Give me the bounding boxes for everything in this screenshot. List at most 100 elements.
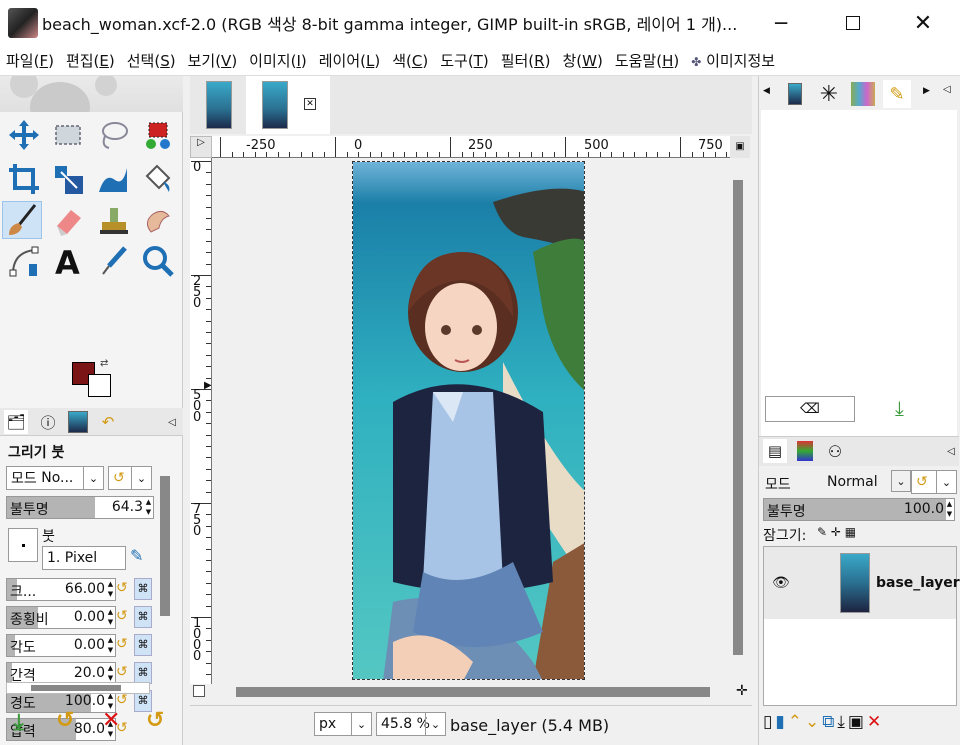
delete-layer-icon[interactable]: ✕: [867, 712, 884, 732]
pan-cross-icon[interactable]: ✛: [736, 683, 748, 699]
menu-select[interactable]: 선택(S): [121, 50, 182, 71]
quick-mask-toggle[interactable]: ▷: [190, 136, 212, 158]
menu-layer[interactable]: 레이어(L): [313, 50, 386, 71]
close-button[interactable]: ✕: [900, 0, 946, 46]
image-canvas[interactable]: [352, 161, 585, 680]
fuzzy-select-tool-icon[interactable]: [138, 116, 178, 154]
text-tool-icon[interactable]: A: [48, 242, 88, 280]
tool-options-scrollbar[interactable]: [160, 476, 170, 616]
reset-icon[interactable]: ↺: [116, 580, 128, 596]
menu-color[interactable]: 색(C): [386, 50, 434, 71]
vertical-scrollbar[interactable]: [733, 180, 743, 655]
spin-arrows[interactable]: ▲ ▼: [945, 499, 954, 520]
smudge-tool-icon[interactable]: [138, 202, 178, 240]
background-color-swatch[interactable]: [88, 374, 111, 397]
warp-transform-tool-icon[interactable]: [94, 160, 134, 198]
image-tab-thumbnail[interactable]: [206, 81, 232, 129]
link-icon[interactable]: ⌘: [134, 606, 152, 628]
tab-navigation-icon[interactable]: ✳: [815, 80, 843, 108]
eye-icon[interactable]: 👁: [772, 575, 790, 591]
menu-filters[interactable]: 필터(R): [495, 50, 557, 71]
horizontal-scrollbar[interactable]: [236, 687, 710, 697]
tab-pointer-icon[interactable]: ✎: [883, 80, 911, 108]
unit-select[interactable]: px ⌄: [314, 712, 372, 736]
slider-1[interactable]: 종횡비 0.00 ▲ ▼: [6, 606, 116, 629]
tab-menu-icon[interactable]: ◁: [943, 84, 951, 95]
paintbrush-tool-icon[interactable]: [2, 201, 42, 239]
crop-tool-icon[interactable]: [4, 160, 44, 198]
tab-tool-options[interactable]: 🗂: [4, 410, 28, 434]
lasso-tool-icon[interactable]: [94, 116, 134, 154]
tab-channels-icon[interactable]: [793, 439, 817, 463]
menu-help[interactable]: 도움말(H): [609, 50, 685, 71]
color-picker-tool-icon[interactable]: [94, 242, 134, 280]
duplicate-layer-icon[interactable]: ⧉: [822, 712, 837, 732]
move-tool-icon[interactable]: [4, 116, 44, 154]
maximize-button[interactable]: [830, 0, 876, 46]
restore-tool-preset-icon[interactable]: ↺: [56, 708, 74, 733]
brush-name-field[interactable]: 1. Pixel: [42, 546, 126, 570]
new-layer-icon[interactable]: ▯: [763, 712, 775, 732]
layer-mode-reset[interactable]: ↺ ⌄: [911, 470, 957, 494]
tab-layers-icon[interactable]: ▤: [763, 439, 787, 463]
save-tool-preset-icon[interactable]: ⤓: [14, 710, 24, 735]
zoom-fit-icon[interactable]: ▣: [730, 136, 750, 158]
link-icon[interactable]: ⌘: [134, 634, 152, 656]
brush-preview[interactable]: [8, 528, 38, 562]
lock-icons[interactable]: ✎ ✛ ▦: [817, 525, 856, 539]
layer-opacity-slider[interactable]: 불투명 100.0 ▲ ▼: [763, 498, 955, 521]
tab-undo-history[interactable]: ↶: [96, 410, 120, 434]
rect-select-tool-icon[interactable]: [48, 116, 88, 154]
opacity-slider[interactable]: 불투명 64.3 ▲ ▼: [6, 496, 154, 519]
edit-brush-icon[interactable]: ✎: [130, 546, 143, 565]
tab-paths-icon[interactable]: ⚇: [823, 439, 847, 463]
navigate-icon[interactable]: [193, 685, 205, 697]
menu-view[interactable]: 보기(V): [182, 50, 244, 71]
spin-arrows[interactable]: ▲ ▼: [144, 497, 153, 518]
minimize-button[interactable]: ─: [758, 0, 804, 46]
reset-icon[interactable]: ↺: [116, 608, 128, 624]
spin-arrows[interactable]: ▲ ▼: [106, 607, 115, 628]
layer-row[interactable]: 👁 base_layer: [764, 547, 960, 619]
bucket-fill-tool-icon[interactable]: [138, 160, 178, 198]
slider-2[interactable]: 각도 0.00 ▲ ▼: [6, 634, 116, 657]
raise-layer-icon[interactable]: ⌃: [788, 712, 805, 732]
tool-options-hscroll[interactable]: [6, 682, 150, 694]
mode-select[interactable]: 모드 No... ⌄: [6, 466, 104, 490]
delete-tool-preset-icon[interactable]: ✕: [102, 708, 120, 733]
mask-layer-icon[interactable]: ▣: [848, 712, 867, 732]
tab-menu-icon[interactable]: ◁: [160, 410, 184, 434]
zoom-tool-icon[interactable]: [138, 242, 178, 280]
spin-arrows[interactable]: ▲ ▼: [106, 579, 115, 600]
spin-arrows[interactable]: ▲ ▼: [106, 663, 115, 684]
reset-tool-options-icon[interactable]: ↺: [146, 708, 164, 733]
paths-tool-icon[interactable]: [4, 242, 44, 280]
menu-image-info[interactable]: ✤ 이미지정보: [685, 50, 781, 71]
close-tab-icon[interactable]: ✕: [304, 98, 316, 110]
slider-0[interactable]: 크... 66.00 ▲ ▼: [6, 578, 116, 601]
zoom-select[interactable]: 45.8 % ⌄: [376, 712, 446, 736]
clear-button[interactable]: ⌫: [765, 396, 855, 422]
tab-image-thumb[interactable]: [781, 80, 809, 108]
link-icon[interactable]: ⌘: [134, 578, 152, 600]
menu-windows[interactable]: 창(W): [556, 50, 608, 71]
unified-transform-tool-icon[interactable]: [48, 160, 88, 198]
reset-icon[interactable]: ↺: [116, 692, 128, 708]
image-tab-active[interactable]: ✕: [246, 76, 330, 134]
tab-images[interactable]: [66, 410, 90, 434]
mode-reset-select[interactable]: ↺ ⌄: [108, 466, 152, 490]
reset-icon[interactable]: ↺: [116, 664, 128, 680]
reset-icon[interactable]: ↺: [116, 636, 128, 652]
scroll-left-icon[interactable]: ◀: [763, 86, 770, 96]
swap-colors-icon[interactable]: ⇄: [100, 358, 108, 369]
tab-device-status[interactable]: ⓘ: [36, 410, 60, 434]
eraser-tool-icon[interactable]: [48, 202, 88, 240]
lower-layer-icon[interactable]: ⌄: [805, 712, 822, 732]
menu-tools[interactable]: 도구(T): [434, 50, 494, 71]
link-icon[interactable]: ⌘: [134, 662, 152, 684]
merge-layer-icon[interactable]: ⤓: [837, 712, 848, 732]
menu-image[interactable]: 이미지(I): [243, 50, 313, 71]
import-icon[interactable]: ⤓: [895, 396, 904, 420]
tab-palette-icon[interactable]: [849, 80, 877, 108]
spin-arrows[interactable]: ▲ ▼: [106, 635, 115, 656]
